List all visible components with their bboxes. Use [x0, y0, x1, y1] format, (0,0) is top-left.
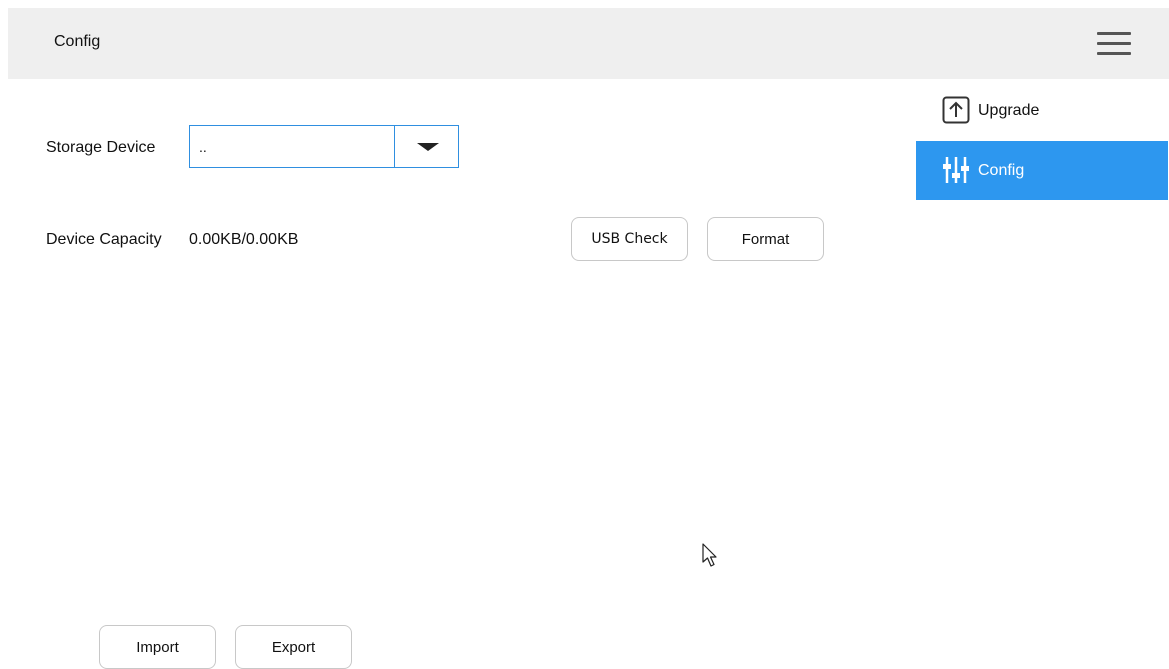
- mouse-cursor-icon: [702, 543, 717, 567]
- sidebar-item-upgrade[interactable]: Upgrade: [916, 81, 1168, 140]
- header-bar: Config: [8, 8, 1169, 79]
- upload-arrow-icon: [942, 95, 970, 125]
- dropdown-arrow-icon[interactable]: [417, 143, 439, 151]
- page-title: Config: [54, 33, 101, 50]
- sliders-icon: [942, 155, 970, 185]
- select-divider: [394, 126, 395, 167]
- storage-device-value: ..: [199, 139, 207, 155]
- page: Config Storage Device .. Device Capacity…: [0, 0, 1169, 669]
- export-button[interactable]: Export: [235, 625, 352, 669]
- usb-check-button[interactable]: USB Check: [571, 217, 688, 261]
- device-capacity-value: 0.00KB/0.00KB: [189, 231, 299, 248]
- device-capacity-label: Device Capacity: [46, 231, 162, 248]
- hamburger-menu-icon[interactable]: [1097, 30, 1131, 58]
- sidebar-item-label: Upgrade: [978, 102, 1040, 119]
- storage-device-select[interactable]: ..: [189, 125, 459, 168]
- storage-device-label: Storage Device: [46, 139, 156, 156]
- sidebar-item-label: Config: [978, 162, 1025, 179]
- import-button[interactable]: Import: [99, 625, 216, 669]
- sidebar-item-config[interactable]: Config: [916, 141, 1168, 200]
- format-button[interactable]: Format: [707, 217, 824, 261]
